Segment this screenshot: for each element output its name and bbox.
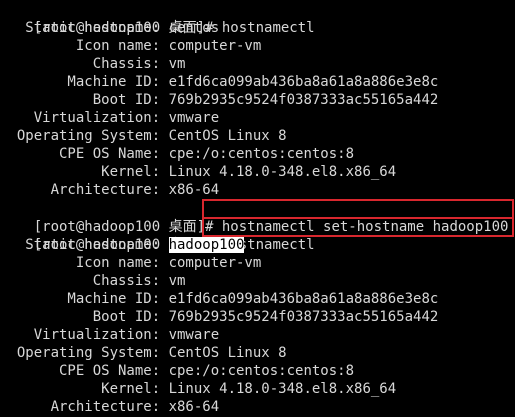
output-row-machine-id-after: Machine ID: e1fd6ca099ab436ba8a61a8a886e… [0, 290, 438, 308]
output-row-operating-system-after: Operating System: CentOS Linux 8 [0, 344, 287, 362]
output-row-kernel-after: Kernel: Linux 4.18.0-348.el8.x86_64 [0, 380, 396, 398]
output-row-chassis: Chassis: vm [0, 55, 186, 73]
field-value: cpe:/o:centos:centos:8 [168, 363, 355, 379]
field-value: Linux 4.18.0-348.el8.x86_64 [168, 164, 397, 180]
field-value: CentOS Linux 8 [168, 345, 287, 361]
field-label: Operating System: [0, 345, 169, 361]
field-label: Icon name: [0, 255, 169, 271]
field-value: computer-vm [168, 255, 262, 271]
field-label: Chassis: [0, 56, 169, 72]
field-label: Boot ID: [0, 92, 169, 108]
output-row-machine-id: Machine ID: e1fd6ca099ab436ba8a61a8a886e… [0, 73, 438, 91]
selected-hostname-value[interactable]: hadoop100 [168, 237, 245, 253]
field-label: Icon name: [0, 38, 169, 54]
output-row-cpe-os-name: CPE OS Name: cpe:/o:centos:centos:8 [0, 145, 354, 163]
field-label: Static hostname: [0, 237, 169, 253]
output-row-icon-name-after: Icon name: computer-vm [0, 254, 261, 272]
field-label: CPE OS Name: [0, 363, 169, 379]
output-row-boot-id: Boot ID: 769b2935c9524f0387333ac55165a44… [0, 91, 439, 109]
output-row-virtualization: Virtualization: vmware [0, 109, 219, 127]
field-label: Virtualization: [0, 327, 169, 343]
field-label: Virtualization: [0, 110, 169, 126]
output-row-virtualization-after: Virtualization: vmware [0, 326, 219, 344]
output-row-static-hostname-after: Static hostname: hadoop100 [0, 236, 245, 254]
command-line-hostnamectl-second: [root@hadoop100 桌面]# hostnamectl [0, 218, 315, 253]
field-label: Boot ID: [0, 309, 169, 325]
output-row-architecture: Architecture: x86-64 [0, 181, 220, 199]
field-value: vmware [168, 327, 220, 343]
field-label: Kernel: [0, 164, 169, 180]
field-value: 769b2935c9524f0387333ac55165a442 [168, 92, 439, 108]
field-label: Machine ID: [0, 291, 169, 307]
command-line-hostnamectl: [root@hadoop100 桌面]# hostnamectl [0, 1, 315, 36]
field-value: Linux 4.18.0-348.el8.x86_64 [168, 381, 397, 397]
field-label: Machine ID: [0, 74, 169, 90]
field-label: Operating System: [0, 128, 169, 144]
field-value: CentOS Linux 8 [168, 128, 287, 144]
output-row-icon-name: Icon name: computer-vm [0, 37, 261, 55]
output-row-boot-id-after: Boot ID: 769b2935c9524f0387333ac55165a44… [0, 308, 439, 326]
field-value: vm [168, 273, 186, 289]
output-row-operating-system: Operating System: CentOS Linux 8 [0, 127, 287, 145]
field-label: CPE OS Name: [0, 146, 169, 162]
terminal-window[interactable]: [root@hadoop100 桌面]# hostnamectl Static … [0, 0, 515, 417]
output-row-architecture-after: Architecture: x86-64 [0, 398, 220, 416]
field-value: cpe:/o:centos:centos:8 [168, 146, 355, 162]
field-value: e1fd6ca099ab436ba8a61a8a886e3e8c [168, 291, 439, 307]
field-value: x86-64 [168, 182, 220, 198]
field-value: 769b2935c9524f0387333ac55165a442 [168, 309, 439, 325]
field-value: computer-vm [168, 38, 262, 54]
field-value: vmware [168, 110, 220, 126]
field-value: centos [168, 20, 220, 36]
output-row-chassis-after: Chassis: vm [0, 272, 186, 290]
command-line-set-hostname: [root@hadoop100 桌面]# hostnamectl set-hos… [0, 200, 509, 235]
command-text: hostnamectl [221, 20, 315, 36]
field-value: e1fd6ca099ab436ba8a61a8a886e3e8c [168, 74, 439, 90]
output-row-static-hostname: Static hostname: centos [0, 19, 219, 37]
field-value: x86-64 [168, 399, 220, 415]
field-label: Architecture: [0, 182, 169, 198]
field-label: Static hostname: [0, 20, 169, 36]
field-label: Kernel: [0, 381, 169, 397]
output-row-cpe-os-name-after: CPE OS Name: cpe:/o:centos:centos:8 [0, 362, 354, 380]
field-value: vm [168, 56, 186, 72]
field-label: Chassis: [0, 273, 169, 289]
output-row-kernel: Kernel: Linux 4.18.0-348.el8.x86_64 [0, 163, 396, 181]
field-label: Architecture: [0, 399, 169, 415]
